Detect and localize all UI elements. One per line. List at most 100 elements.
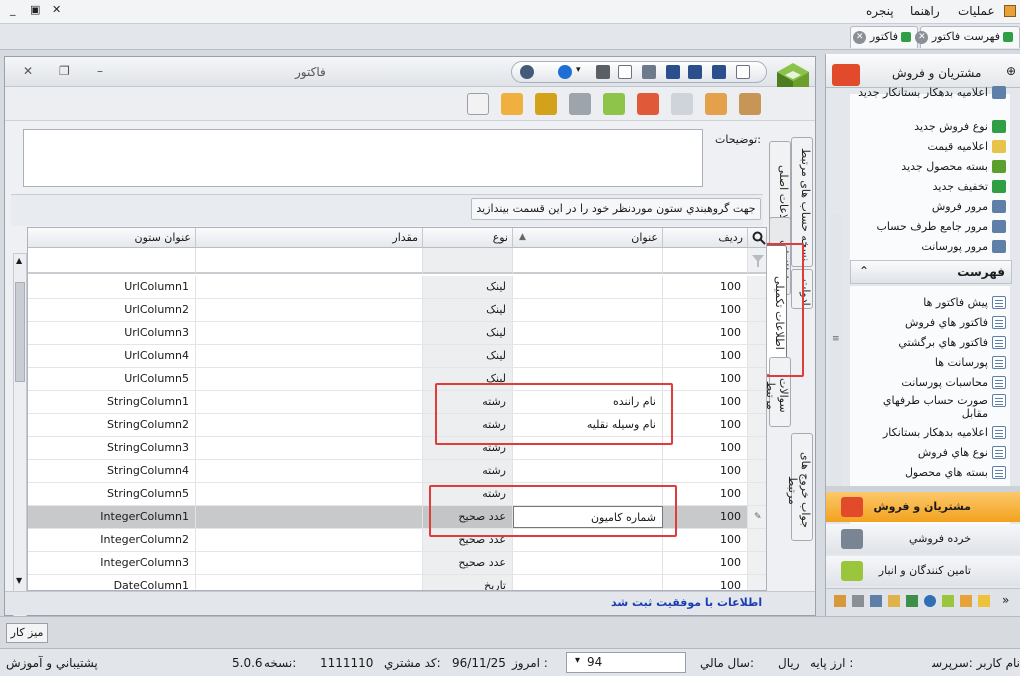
filter-column-title[interactable]: [28, 248, 196, 274]
cell-title[interactable]: [513, 575, 663, 590]
row-indicator[interactable]: [748, 276, 766, 298]
cell-value[interactable]: [196, 345, 423, 367]
table-row[interactable]: UrlColumn1 لينک 100: [28, 276, 766, 299]
module-icon[interactable]: [834, 595, 846, 607]
cell-type[interactable]: رشته: [423, 460, 513, 482]
cell-value[interactable]: [196, 437, 423, 459]
nav-quick-action[interactable]: مرور پورسانت: [856, 240, 1006, 253]
import-icon[interactable]: [535, 93, 557, 115]
cell-id[interactable]: 100: [663, 345, 748, 367]
cell-type[interactable]: لينک: [423, 322, 513, 344]
cell-value[interactable]: [196, 368, 423, 390]
col-header-column-title[interactable]: عنوان ستون: [28, 228, 196, 248]
col-header-value[interactable]: مقدار: [196, 228, 423, 248]
table-row[interactable]: UrlColumn3 لينک 100: [28, 322, 766, 345]
cell-id[interactable]: 100: [663, 368, 748, 390]
settings-icon[interactable]: [642, 65, 656, 79]
module-icon[interactable]: [888, 595, 900, 607]
cell-id[interactable]: 100: [663, 276, 748, 298]
nav-list-item[interactable]: بسته هاي محصول: [856, 466, 1006, 479]
module-icon[interactable]: [942, 595, 954, 607]
cell-id[interactable]: 100: [663, 322, 748, 344]
table-row[interactable]: UrlColumn2 لينک 100: [28, 299, 766, 322]
cell-id[interactable]: 100: [663, 391, 748, 413]
copy-icon[interactable]: [618, 65, 632, 79]
cell-title[interactable]: [513, 345, 663, 367]
cell-value[interactable]: [196, 483, 423, 505]
nav-button-retail[interactable]: خرده فروشي: [826, 524, 1020, 554]
nav-quick-action[interactable]: بسته محصول جديد: [856, 160, 1006, 173]
cell-type[interactable]: تاريخ: [423, 575, 513, 590]
row-indicator[interactable]: [748, 460, 766, 482]
cell-type[interactable]: عدد صحيح: [423, 552, 513, 574]
cell-value[interactable]: [196, 276, 423, 298]
module-icon[interactable]: [852, 595, 864, 607]
table-row[interactable]: DateColumn1 تاريخ 100: [28, 575, 766, 590]
cell-column-title[interactable]: UrlColumn4: [28, 345, 196, 367]
row-indicator[interactable]: [748, 483, 766, 505]
cell-value[interactable]: [196, 391, 423, 413]
col-header-id[interactable]: رديف: [663, 228, 748, 248]
cell-title[interactable]: [513, 276, 663, 298]
cell-value[interactable]: [196, 322, 423, 344]
row-indicator[interactable]: [748, 322, 766, 344]
nav-list-item[interactable]: فاکتور هاي فروش: [856, 316, 1006, 329]
chevron-right-icon[interactable]: »: [1002, 593, 1009, 607]
module-icon[interactable]: [960, 595, 972, 607]
cell-value[interactable]: [196, 414, 423, 436]
cell-column-title[interactable]: UrlColumn3: [28, 322, 196, 344]
save-as-icon[interactable]: [666, 65, 680, 79]
description-input[interactable]: [23, 129, 703, 187]
nav-quick-action[interactable]: اعلاميه قيمت: [856, 140, 1006, 153]
module-icon[interactable]: [870, 595, 882, 607]
cell-column-title[interactable]: StringColumn5: [28, 483, 196, 505]
cell-column-title[interactable]: UrlColumn2: [28, 299, 196, 321]
collapse-icon[interactable]: ⌃: [859, 264, 869, 278]
save-close-icon[interactable]: [712, 65, 726, 79]
cell-column-title[interactable]: StringColumn2: [28, 414, 196, 436]
cell-column-title[interactable]: DateColumn1: [28, 575, 196, 590]
cell-title[interactable]: [513, 460, 663, 482]
row-indicator[interactable]: [748, 529, 766, 551]
cell-id[interactable]: 100: [663, 575, 748, 590]
row-indicator[interactable]: [748, 414, 766, 436]
menu-help[interactable]: راهنما: [910, 4, 940, 18]
globe-icon[interactable]: [924, 595, 936, 607]
nav-list-item[interactable]: اعلاميه بدهکار بستانکار: [856, 426, 1006, 439]
cell-id[interactable]: 100: [663, 414, 748, 436]
save-icon[interactable]: [688, 65, 702, 79]
grid-vertical-scrollbar[interactable]: ▲ ▼: [13, 253, 27, 645]
menu-operations[interactable]: عمليات: [958, 4, 995, 18]
cell-id[interactable]: 100: [663, 437, 748, 459]
archive-icon[interactable]: [739, 93, 761, 115]
fiscal-year-select[interactable]: ▾ 94: [566, 652, 686, 673]
cell-id[interactable]: 100: [663, 460, 748, 482]
cell-column-title[interactable]: UrlColumn5: [28, 368, 196, 390]
filter-icon[interactable]: [748, 248, 766, 274]
col-header-title[interactable]: ▲ عنوان: [513, 228, 663, 248]
pin-icon[interactable]: ⊕: [1006, 64, 1016, 78]
row-indicator[interactable]: [748, 437, 766, 459]
cell-title[interactable]: [513, 322, 663, 344]
cell-value[interactable]: [196, 529, 423, 551]
cell-column-title[interactable]: UrlColumn1: [28, 276, 196, 298]
cell-column-title[interactable]: StringColumn3: [28, 437, 196, 459]
restore-app-button[interactable]: ▣: [30, 3, 40, 16]
tab-invoice[interactable]: فاکتور ✕: [850, 26, 918, 48]
table-row[interactable]: StringColumn4 رشته 100: [28, 460, 766, 483]
row-indicator[interactable]: [748, 368, 766, 390]
nav-list-item[interactable]: پيش فاکتور ها: [856, 296, 1006, 309]
cell-value[interactable]: [196, 552, 423, 574]
row-indicator[interactable]: [748, 299, 766, 321]
col-header-type[interactable]: نوع: [423, 228, 513, 248]
cell-value[interactable]: [196, 506, 423, 528]
row-indicator[interactable]: [748, 391, 766, 413]
nav-quick-action[interactable]: مرور فروش: [856, 200, 1006, 213]
nav-quick-action[interactable]: نوع فروش جديد: [856, 120, 1006, 133]
approve-icon[interactable]: [569, 93, 591, 115]
window-minimize-button[interactable]: –: [97, 64, 103, 78]
nav-list-item[interactable]: نوع هاي فروش: [856, 446, 1006, 459]
row-indicator[interactable]: [748, 552, 766, 574]
nav-list-item[interactable]: صورت حساب طرفهاي مقابل: [856, 394, 1006, 420]
support-link[interactable]: پشتيباني و آموزش: [6, 656, 98, 670]
